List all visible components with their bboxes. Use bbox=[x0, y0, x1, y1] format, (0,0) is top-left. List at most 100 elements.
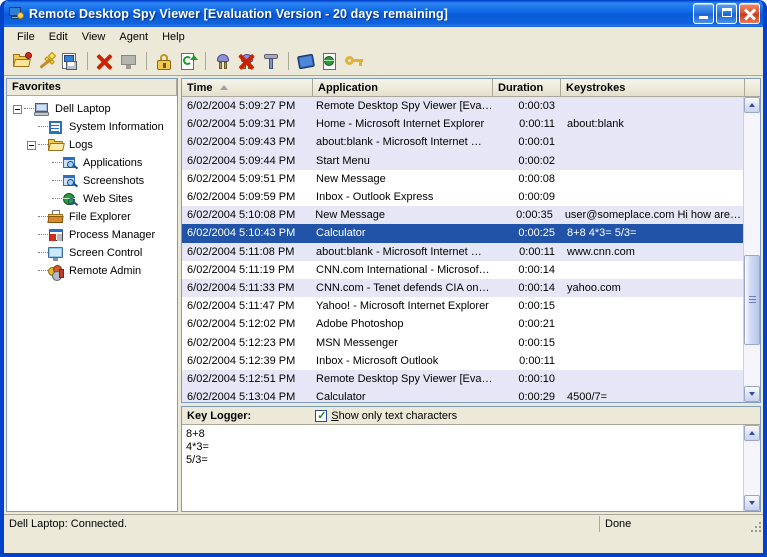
column-header-time[interactable]: Time bbox=[182, 79, 314, 96]
disconnect-button[interactable] bbox=[235, 50, 259, 73]
tree-item-screenshots[interactable]: Screenshots bbox=[13, 172, 177, 190]
cell-time: 6/02/2004 5:09:31 PM bbox=[187, 118, 296, 131]
cell-application: MSN Messenger bbox=[316, 336, 398, 349]
cell-time: 6/02/2004 5:12:51 PM bbox=[187, 372, 296, 385]
table-row[interactable]: 6/02/2004 5:12:02 PM Adobe Photoshop 0:00:… bbox=[182, 315, 743, 333]
column-header-application[interactable]: Application bbox=[313, 79, 494, 96]
web-button[interactable] bbox=[318, 50, 342, 73]
column-header-filler bbox=[745, 79, 760, 96]
cell-keystrokes: 8+8 4*3= 5/3= bbox=[567, 227, 637, 240]
cell-time: 6/02/2004 5:09:27 PM bbox=[187, 100, 296, 113]
scroll-up-button[interactable] bbox=[744, 97, 760, 113]
cell-time: 6/02/2004 5:11:19 PM bbox=[187, 263, 295, 276]
delete-button[interactable] bbox=[93, 50, 117, 73]
lock-button[interactable] bbox=[152, 50, 176, 73]
tree-item-process-manager[interactable]: Process Manager bbox=[13, 226, 177, 244]
table-row[interactable]: 6/02/2004 5:11:19 PM CNN.com Internationa… bbox=[182, 261, 743, 279]
tree-item-label: System Information bbox=[69, 121, 164, 133]
plug-connect-icon bbox=[214, 53, 232, 70]
scroll-track[interactable] bbox=[744, 113, 760, 386]
table-row[interactable]: 6/02/2004 5:10:08 PM New Message 0:00:35 us… bbox=[182, 206, 743, 225]
column-header-duration[interactable]: Duration bbox=[493, 79, 562, 96]
kl-scroll-up-button[interactable] bbox=[744, 425, 760, 441]
maximize-button[interactable] bbox=[716, 3, 737, 24]
list-vertical-scrollbar[interactable] bbox=[743, 97, 760, 402]
tree-expander-collapse-icon[interactable] bbox=[27, 140, 36, 150]
cell-time: 6/02/2004 5:09:43 PM bbox=[187, 136, 296, 149]
toolbar-separator bbox=[205, 52, 206, 70]
column-header-time-label: Time bbox=[187, 81, 213, 94]
new-agent-wizard-button[interactable] bbox=[34, 50, 58, 73]
cell-keystrokes: www.cnn.com bbox=[567, 245, 635, 258]
table-row[interactable]: 6/02/2004 5:09:27 PM Remote Desktop Spy V… bbox=[182, 97, 743, 116]
table-row[interactable]: 6/02/2004 5:10:43 PM Calculator 0:00:25 8+8… bbox=[182, 224, 743, 243]
tree-item-logs[interactable]: Logs bbox=[13, 136, 177, 154]
refresh-button[interactable] bbox=[176, 50, 200, 73]
show-only-text-characters-checkbox[interactable]: ✓ Show only text characters bbox=[315, 409, 457, 422]
tree-item-system-information[interactable]: System Information bbox=[13, 118, 177, 136]
tree-item-label: Applications bbox=[83, 157, 143, 169]
register-button[interactable] bbox=[342, 50, 366, 73]
tree-item-screen-control[interactable]: Screen Control bbox=[13, 244, 177, 262]
key-logger-title: Key Logger: bbox=[187, 409, 252, 422]
menu-item-file[interactable]: File bbox=[10, 29, 42, 45]
key-logger-vertical-scrollbar[interactable] bbox=[743, 425, 760, 511]
menu-item-edit[interactable]: Edit bbox=[42, 29, 75, 45]
cell-keystrokes: about:blank bbox=[567, 118, 624, 131]
menu-item-agent[interactable]: Agent bbox=[112, 29, 155, 45]
table-row[interactable]: 6/02/2004 5:12:39 PM Inbox - Microsoft Ou… bbox=[182, 352, 743, 370]
table-row[interactable]: 6/02/2004 5:09:31 PM Home - Microsoft Int… bbox=[182, 115, 743, 134]
menu-item-view[interactable]: View bbox=[75, 29, 113, 45]
plug-disconnect-icon bbox=[238, 53, 256, 70]
cell-duration: 0:00:11 bbox=[519, 118, 556, 131]
menu-item-help[interactable]: Help bbox=[155, 29, 192, 45]
help-contents-button[interactable] bbox=[294, 50, 318, 73]
favorites-tree[interactable]: Dell Laptop System Information Logs Applica… bbox=[7, 96, 177, 511]
list-column-headers: Time Application Duration Keystrokes bbox=[182, 79, 760, 97]
table-row[interactable]: 6/02/2004 5:09:43 PM about:blank - Micros… bbox=[182, 133, 743, 152]
tree-item-file-explorer[interactable]: File Explorer bbox=[13, 208, 177, 226]
table-row[interactable]: 6/02/2004 5:13:04 PM Calculator 0:00:29 450… bbox=[182, 388, 743, 402]
window-controls bbox=[693, 3, 760, 24]
cell-duration: 0:00:08 bbox=[518, 172, 556, 185]
cell-duration: 0:00:15 bbox=[518, 300, 556, 313]
tree-item-applications[interactable]: Applications bbox=[13, 154, 177, 172]
cell-duration: 0:00:15 bbox=[518, 336, 556, 349]
kl-scroll-track[interactable] bbox=[744, 441, 760, 495]
cell-duration: 0:00:11 bbox=[519, 354, 556, 367]
connect-button[interactable] bbox=[211, 50, 235, 73]
open-agent-button[interactable] bbox=[10, 50, 34, 73]
build-button[interactable] bbox=[259, 50, 283, 73]
table-row[interactable]: 6/02/2004 5:12:51 PM Remote Desktop Spy V… bbox=[182, 369, 743, 388]
checkbox-box[interactable]: ✓ bbox=[315, 409, 328, 422]
application-window: Remote Desktop Spy Viewer [Evaluation Ve… bbox=[0, 0, 767, 557]
list-rows[interactable]: 6/02/2004 5:09:27 PM Remote Desktop Spy V… bbox=[182, 97, 743, 402]
properties-button[interactable] bbox=[117, 50, 141, 73]
cell-keystrokes: user@someplace.com Hi how are … bbox=[564, 209, 743, 222]
table-row[interactable]: 6/02/2004 5:12:23 PM MSN Messenger 0:00:15 bbox=[182, 333, 743, 351]
tree-expander-collapse-icon[interactable] bbox=[13, 104, 22, 114]
tree-item-web-sites[interactable]: Web Sites bbox=[13, 190, 177, 208]
close-button[interactable] bbox=[739, 3, 760, 24]
minimize-button[interactable] bbox=[693, 3, 714, 24]
kl-scroll-down-button[interactable] bbox=[744, 495, 760, 511]
table-row[interactable]: 6/02/2004 5:09:59 PM Inbox - Outlook Expr… bbox=[182, 188, 743, 206]
applications-log-icon bbox=[62, 156, 79, 171]
tree-item-dell-laptop[interactable]: Dell Laptop bbox=[13, 100, 177, 118]
tree-item-label: Screenshots bbox=[83, 175, 145, 187]
table-row[interactable]: 6/02/2004 5:11:47 PM Yahoo! - Microsoft I… bbox=[182, 297, 743, 315]
scroll-thumb[interactable] bbox=[744, 254, 760, 346]
save-button[interactable] bbox=[58, 50, 82, 73]
scroll-down-button[interactable] bbox=[744, 386, 760, 402]
table-row[interactable]: 6/02/2004 5:09:51 PM New Message 0:00:08 bbox=[182, 170, 743, 188]
table-row[interactable]: 6/02/2004 5:11:08 PM about:blank - Micros… bbox=[182, 242, 743, 261]
table-row[interactable]: 6/02/2004 5:11:33 PM CNN.com - Tenet defe… bbox=[182, 278, 743, 298]
right-pane: Time Application Duration Keystrokes 6/0… bbox=[181, 78, 761, 512]
column-header-keystrokes[interactable]: Keystrokes bbox=[561, 79, 746, 96]
checkbox-label[interactable]: Show only text characters bbox=[331, 410, 457, 422]
resize-grip-icon[interactable] bbox=[749, 520, 761, 532]
table-row[interactable]: 6/02/2004 5:09:44 PM Start Menu 0:00:02 bbox=[182, 151, 743, 170]
tree-item-remote-admin[interactable]: Remote Admin bbox=[13, 262, 177, 281]
system-info-icon bbox=[48, 120, 64, 135]
status-connection: Dell Laptop: Connected. bbox=[4, 516, 600, 532]
